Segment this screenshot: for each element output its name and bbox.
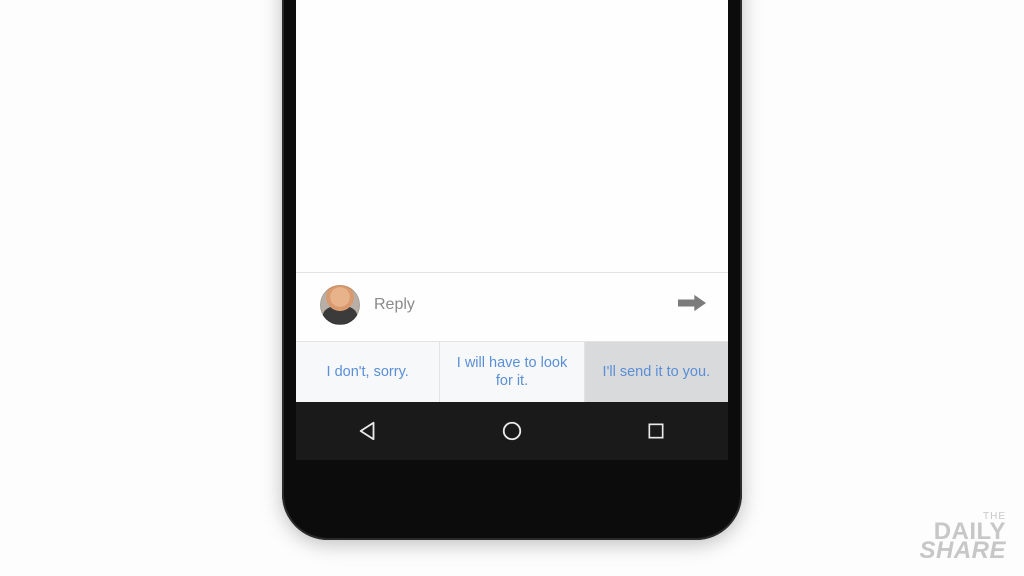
smart-reply-option-3[interactable]: I'll send it to you. [585, 342, 728, 402]
smart-reply-label: I'll send it to you. [603, 363, 711, 381]
triangle-back-icon [357, 420, 379, 442]
phone-screen: new software? If not maybe you could put… [296, 0, 728, 460]
nav-back-button[interactable] [328, 411, 408, 451]
nav-recent-button[interactable] [616, 411, 696, 451]
nav-home-button[interactable] [472, 411, 552, 451]
android-navbar [296, 402, 728, 460]
send-icon[interactable] [678, 293, 706, 318]
watermark-logo: THE DAILY SHARE [919, 512, 1006, 562]
reply-placeholder[interactable]: Reply [374, 296, 664, 314]
circle-home-icon [501, 420, 523, 442]
avatar [320, 285, 360, 325]
reply-input-row[interactable]: Reply [296, 272, 728, 341]
smart-reply-label: I don't, sorry. [327, 363, 409, 381]
smart-reply-label: I will have to look for it. [452, 354, 571, 390]
phone-frame: new software? If not maybe you could put… [282, 0, 742, 540]
smart-reply-option-1[interactable]: I don't, sorry. [296, 342, 440, 402]
smart-reply-bar: I don't, sorry. I will have to look for … [296, 341, 728, 402]
email-body: new software? If not maybe you could put… [296, 0, 728, 272]
app-content: new software? If not maybe you could put… [296, 0, 728, 402]
square-recent-icon [646, 421, 666, 441]
watermark-line3: SHARE [919, 540, 1006, 562]
smart-reply-option-2[interactable]: I will have to look for it. [440, 342, 584, 402]
